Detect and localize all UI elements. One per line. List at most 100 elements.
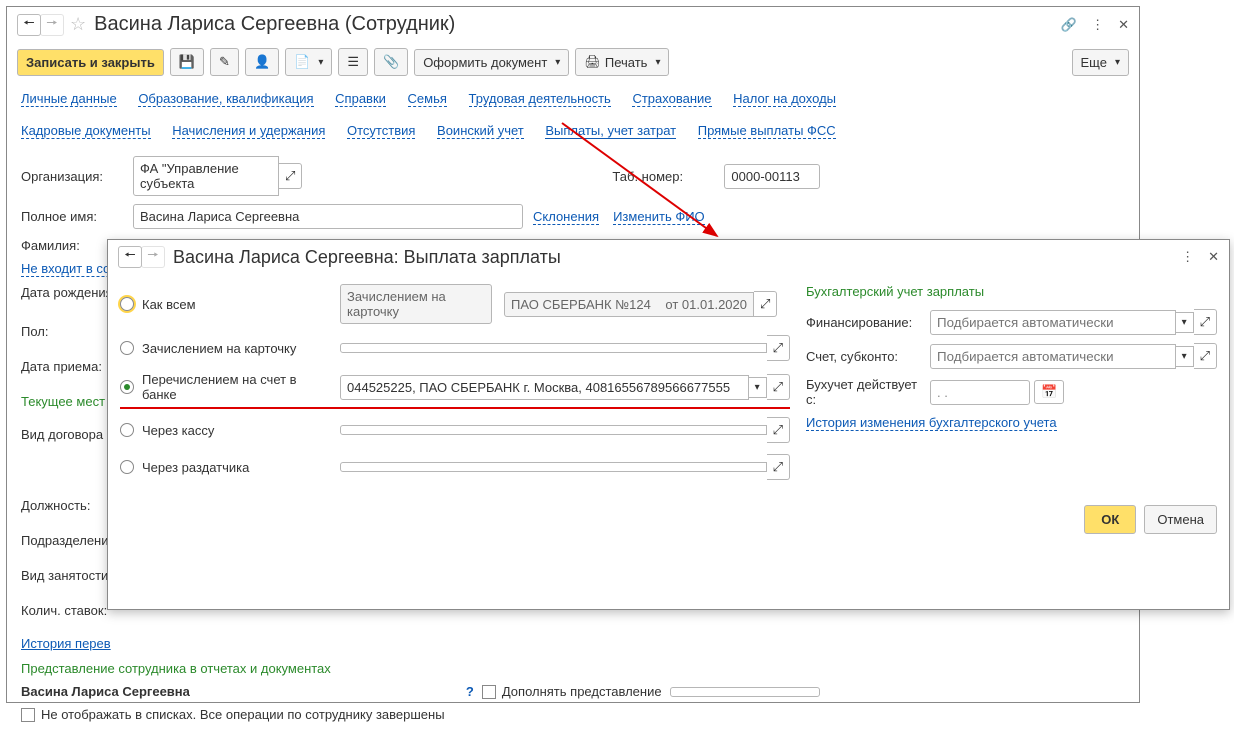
create-document-dropdown[interactable]: Оформить документ [414, 49, 569, 76]
option-card-expand-button[interactable]: ⤢ [767, 335, 790, 361]
option-bank-dropdown[interactable]: ▾ [749, 377, 767, 398]
option-all-row[interactable]: Как всем Зачислением на карточку ПАО СБЕ… [120, 284, 790, 324]
account-input[interactable] [930, 344, 1176, 369]
valid-from-input[interactable]: . . [930, 380, 1030, 405]
option-dispenser-label: Через раздатчика [142, 460, 332, 475]
popup-titlebar: 🠔 🠖 Васина Лариса Сергеевна: Выплата зар… [108, 240, 1229, 274]
org-label: Организация: [21, 169, 133, 184]
option-cash-expand-button[interactable]: ⤢ [767, 417, 790, 443]
accounting-column: Бухгалтерский учет зарплаты Финансирован… [806, 284, 1217, 491]
main-titlebar: 🠔 🠖 ☆ Васина Лариса Сергеевна (Сотрудник… [7, 7, 1139, 42]
tab-inquiries[interactable]: Справки [335, 91, 386, 107]
financing-dropdown[interactable]: ▾ [1176, 312, 1194, 333]
declensions-link[interactable]: Склонения [533, 209, 599, 225]
form-button[interactable]: 📄 [285, 48, 332, 76]
nav-forward-button[interactable]: 🠖 [40, 14, 64, 36]
option-all-expand-button[interactable]: ⤢ [754, 291, 777, 317]
option-cash-radio[interactable] [120, 423, 134, 437]
valid-from-label: Бухучет действует с: [806, 377, 930, 407]
save-close-button[interactable]: Записать и закрыть [17, 49, 164, 76]
popup-kebab-menu-icon[interactable]: ⋮ [1181, 249, 1194, 265]
help-icon[interactable]: ? [466, 684, 474, 699]
tabnum-input[interactable]: 0000-00113 [724, 164, 820, 189]
cancel-button[interactable]: Отмена [1144, 505, 1217, 534]
option-card-input[interactable] [340, 343, 767, 353]
option-all-label: Как всем [142, 297, 332, 312]
option-cash-label: Через кассу [142, 423, 332, 438]
option-bank-input[interactable]: 044525225, ПАО СБЕРБАНК г. Москва, 40816… [340, 375, 749, 400]
workplace-label: Текущее мест [21, 394, 105, 409]
more-dropdown[interactable]: Еще [1072, 49, 1129, 76]
highlight-underline [120, 407, 790, 409]
tabnum-label: Таб. номер: [612, 169, 724, 184]
option-dispenser-row[interactable]: Через раздатчика ⤢ [120, 454, 790, 480]
popup-window: 🠔 🠖 Васина Лариса Сергеевна: Выплата зар… [107, 239, 1230, 610]
org-expand-button[interactable]: ⤢ [279, 163, 302, 189]
popup-close-icon[interactable]: ✕ [1208, 249, 1219, 265]
option-bank-radio[interactable] [120, 380, 134, 394]
tab-income-tax[interactable]: Налог на доходы [733, 91, 836, 107]
option-bank-row[interactable]: Перечислением на счет в банке 044525225,… [120, 372, 790, 402]
rates-label: Колич. ставок: [21, 603, 107, 618]
position-label: Должность: [21, 498, 90, 513]
gender-label: Пол: [21, 324, 49, 339]
tab-accruals[interactable]: Начисления и удержания [172, 123, 325, 139]
attach-button[interactable]: 📎 [374, 48, 408, 76]
option-cash-input[interactable] [340, 425, 767, 435]
accounting-header: Бухгалтерский учет зарплаты [806, 284, 1217, 299]
change-fio-link[interactable]: Изменить ФИО [613, 209, 705, 225]
supplement-input[interactable] [670, 687, 820, 697]
fullname-label: Полное имя: [21, 209, 133, 224]
option-card-row[interactable]: Зачислением на карточку ⤢ [120, 335, 790, 361]
tab-family[interactable]: Семья [408, 91, 447, 107]
mark-button[interactable]: ✎ [210, 48, 239, 76]
popup-nav-forward-button[interactable]: 🠖 [141, 246, 165, 268]
tab-work[interactable]: Трудовая деятельность [469, 91, 611, 107]
option-dispenser-input[interactable] [340, 462, 767, 472]
tab-direct-pay[interactable]: Прямые выплаты ФСС [698, 123, 836, 139]
hide-checkbox[interactable] [21, 708, 35, 722]
financing-input[interactable] [930, 310, 1176, 335]
link-icon[interactable]: 🔗 [1061, 17, 1077, 33]
option-dispenser-expand-button[interactable]: ⤢ [767, 454, 790, 480]
kebab-menu-icon[interactable]: ⋮ [1091, 17, 1104, 33]
user-button[interactable]: 👤 [245, 48, 279, 76]
accounting-history-link[interactable]: История изменения бухгалтерского учета [806, 415, 1057, 431]
history-transfers-link[interactable]: История перев [21, 636, 111, 651]
tab-education[interactable]: Образование, квалификация [138, 91, 313, 107]
tab-payments[interactable]: Выплаты, учет затрат [545, 123, 676, 139]
tab-absences[interactable]: Отсутствия [347, 123, 415, 139]
tab-hr-docs[interactable]: Кадровые документы [21, 123, 151, 139]
tab-military[interactable]: Воинский учет [437, 123, 524, 139]
option-all-bank-info: ПАО СБЕРБАНК №124 [511, 297, 651, 312]
supplement-checkbox[interactable] [482, 685, 496, 699]
contract-label: Вид договора [21, 427, 103, 442]
print-dropdown[interactable]: 🖨 Печать [575, 48, 669, 76]
favorite-star-icon[interactable]: ☆ [70, 14, 86, 35]
ok-button[interactable]: ОК [1084, 505, 1136, 534]
tab-personal[interactable]: Личные данные [21, 91, 117, 107]
popup-nav-back-button[interactable]: 🠔 [118, 246, 142, 268]
close-icon[interactable]: ✕ [1118, 17, 1129, 33]
popup-title: Васина Лариса Сергеевна: Выплата зарплат… [173, 247, 1181, 268]
hide-label: Не отображать в списках. Все операции по… [41, 707, 445, 722]
repr-value: Васина Лариса Сергеевна [21, 684, 190, 699]
financing-expand-button[interactable]: ⤢ [1194, 309, 1217, 335]
list-button[interactable]: ☰ [338, 48, 368, 76]
nav-back-button[interactable]: 🠔 [17, 14, 41, 36]
emptype-label: Вид занятости [21, 568, 108, 583]
org-input[interactable]: ФА "Управление субъекта [133, 156, 279, 196]
account-dropdown[interactable]: ▾ [1176, 346, 1194, 367]
option-cash-row[interactable]: Через кассу ⤢ [120, 417, 790, 443]
save-button[interactable]: 💾 [170, 48, 204, 76]
option-bank-expand-button[interactable]: ⤢ [767, 374, 790, 400]
option-card-radio[interactable] [120, 341, 134, 355]
tab-insurance[interactable]: Страхование [632, 91, 711, 107]
option-all-radio[interactable] [120, 297, 134, 311]
option-dispenser-radio[interactable] [120, 460, 134, 474]
calendar-icon[interactable]: 📅 [1034, 380, 1064, 404]
option-all-date: от 01.01.2020 [665, 297, 747, 312]
fullname-input[interactable]: Васина Лариса Сергеевна [133, 204, 523, 229]
tab-row-2: Кадровые документы Начисления и удержани… [7, 114, 1139, 146]
account-expand-button[interactable]: ⤢ [1194, 343, 1217, 369]
